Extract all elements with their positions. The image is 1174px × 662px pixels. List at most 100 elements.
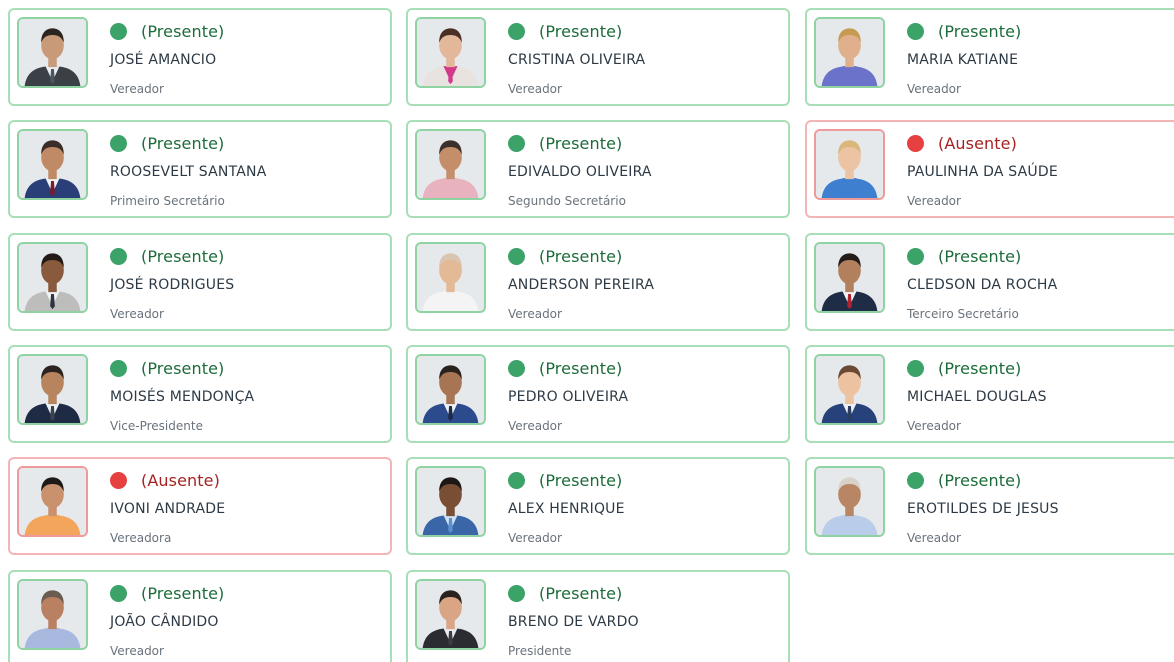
status-dot-icon bbox=[907, 471, 924, 489]
status-dot-icon bbox=[508, 584, 525, 602]
avatar-icon bbox=[417, 468, 484, 535]
member-name: JOSÉ RODRIGUES bbox=[110, 277, 235, 293]
member-photo bbox=[17, 17, 88, 88]
status-dot-icon bbox=[907, 359, 924, 377]
member-photo bbox=[17, 579, 88, 650]
member-photo bbox=[17, 129, 88, 200]
status-dot-icon bbox=[907, 22, 924, 40]
member-name: MICHAEL DOUGLAS bbox=[907, 389, 1047, 405]
member-name: ANDERSON PEREIRA bbox=[508, 277, 655, 293]
member-photo bbox=[415, 354, 486, 425]
attendance-status: (Presente) bbox=[508, 132, 622, 154]
status-label: (Presente) bbox=[938, 358, 1022, 378]
status-label: (Presente) bbox=[938, 21, 1022, 41]
status-dot-icon bbox=[907, 134, 924, 152]
member-photo bbox=[17, 242, 88, 313]
member-role: Vereador bbox=[508, 82, 562, 96]
attendance-status: (Presente) bbox=[110, 20, 224, 42]
status-dot-icon bbox=[110, 134, 127, 152]
status-dot-icon bbox=[110, 247, 127, 265]
member-card[interactable]: (Presente) EROTILDES DE JESUS Vereador bbox=[805, 457, 1174, 555]
avatar-icon bbox=[816, 468, 883, 535]
member-photo bbox=[814, 354, 885, 425]
member-card[interactable]: (Presente) ALEX HENRIQUE Vereador bbox=[406, 457, 790, 555]
member-role: Vereador bbox=[110, 307, 164, 321]
member-card[interactable]: (Presente) JOSÉ RODRIGUES Vereador bbox=[8, 233, 392, 331]
member-name: ROOSEVELT SANTANA bbox=[110, 164, 267, 180]
member-card[interactable]: (Presente) MOISÉS MENDONÇA Vice-Presidente bbox=[8, 345, 392, 443]
status-dot-icon bbox=[110, 471, 127, 489]
member-card[interactable]: (Ausente) PAULINHA DA SAÚDE Vereador bbox=[805, 120, 1174, 218]
member-photo bbox=[415, 242, 486, 313]
member-photo bbox=[814, 466, 885, 537]
status-dot-icon bbox=[110, 22, 127, 40]
status-label: (Presente) bbox=[539, 583, 623, 603]
status-label: (Presente) bbox=[141, 246, 225, 266]
member-role: Primeiro Secretário bbox=[110, 194, 225, 208]
status-label: (Presente) bbox=[141, 358, 225, 378]
status-label: (Ausente) bbox=[938, 133, 1017, 153]
member-photo bbox=[814, 129, 885, 200]
member-role: Vereador bbox=[907, 194, 961, 208]
member-role: Vereador bbox=[907, 82, 961, 96]
member-card[interactable]: (Presente) ROOSEVELT SANTANA Primeiro Secr… bbox=[8, 120, 392, 218]
member-role: Vereador bbox=[110, 644, 164, 658]
members-grid: (Presente) JOSÉ AMANCIO Vereador (Presente)… bbox=[0, 0, 1174, 662]
member-role: Vereador bbox=[110, 82, 164, 96]
member-name: MOISÉS MENDONÇA bbox=[110, 389, 255, 405]
attendance-status: (Presente) bbox=[907, 245, 1021, 267]
member-name: EROTILDES DE JESUS bbox=[907, 501, 1059, 517]
member-card[interactable]: (Presente) BRENO DE VARDO Presidente bbox=[406, 570, 790, 662]
status-label: (Presente) bbox=[539, 246, 623, 266]
member-role: Terceiro Secretário bbox=[907, 307, 1019, 321]
member-card[interactable]: (Presente) EDIVALDO OLIVEIRA Segundo Secre… bbox=[406, 120, 790, 218]
status-label: (Presente) bbox=[141, 583, 225, 603]
member-card[interactable]: (Presente) CLEDSON DA ROCHA Terceiro Secre… bbox=[805, 233, 1174, 331]
status-dot-icon bbox=[907, 247, 924, 265]
attendance-status: (Presente) bbox=[508, 469, 622, 491]
member-photo bbox=[415, 129, 486, 200]
member-card[interactable]: (Presente) PEDRO OLIVEIRA Vereador bbox=[406, 345, 790, 443]
status-label: (Presente) bbox=[141, 21, 225, 41]
member-name: PEDRO OLIVEIRA bbox=[508, 389, 629, 405]
member-card[interactable]: (Presente) MICHAEL DOUGLAS Vereador bbox=[805, 345, 1174, 443]
attendance-status: (Presente) bbox=[110, 357, 224, 379]
member-card[interactable]: (Presente) ANDERSON PEREIRA Vereador bbox=[406, 233, 790, 331]
member-card[interactable]: (Presente) CRISTINA OLIVEIRA Vereador bbox=[406, 8, 790, 106]
avatar-icon bbox=[417, 581, 484, 648]
member-role: Vereador bbox=[508, 531, 562, 545]
attendance-status: (Ausente) bbox=[907, 132, 1017, 154]
attendance-status: (Presente) bbox=[907, 357, 1021, 379]
status-label: (Presente) bbox=[938, 246, 1022, 266]
avatar-icon bbox=[816, 19, 883, 86]
member-name: JOSÉ AMANCIO bbox=[110, 52, 217, 68]
status-label: (Presente) bbox=[539, 133, 623, 153]
attendance-status: (Presente) bbox=[907, 20, 1021, 42]
member-photo bbox=[415, 466, 486, 537]
member-card[interactable]: (Presente) JOSÉ AMANCIO Vereador bbox=[8, 8, 392, 106]
member-name: BRENO DE VARDO bbox=[508, 614, 639, 630]
member-card[interactable]: (Ausente) IVONI ANDRADE Vereadora bbox=[8, 457, 392, 555]
member-name: JOÃO CÂNDIDO bbox=[110, 614, 219, 630]
member-role: Vereadora bbox=[110, 531, 172, 545]
attendance-status: (Presente) bbox=[508, 582, 622, 604]
status-label: (Presente) bbox=[141, 133, 225, 153]
attendance-status: (Presente) bbox=[110, 582, 224, 604]
status-dot-icon bbox=[508, 359, 525, 377]
avatar-icon bbox=[816, 244, 883, 311]
status-dot-icon bbox=[110, 584, 127, 602]
member-name: CRISTINA OLIVEIRA bbox=[508, 52, 646, 68]
avatar-icon bbox=[417, 131, 484, 198]
member-card[interactable]: (Presente) MARIA KATIANE Vereador bbox=[805, 8, 1174, 106]
member-name: EDIVALDO OLIVEIRA bbox=[508, 164, 652, 180]
attendance-status: (Presente) bbox=[110, 132, 224, 154]
member-name: IVONI ANDRADE bbox=[110, 501, 226, 517]
avatar-icon bbox=[19, 581, 86, 648]
member-photo bbox=[17, 466, 88, 537]
status-dot-icon bbox=[508, 471, 525, 489]
member-photo bbox=[415, 579, 486, 650]
avatar-icon bbox=[19, 19, 86, 86]
status-label: (Presente) bbox=[539, 470, 623, 490]
member-card[interactable]: (Presente) JOÃO CÂNDIDO Vereador bbox=[8, 570, 392, 662]
member-role: Vereador bbox=[907, 531, 961, 545]
